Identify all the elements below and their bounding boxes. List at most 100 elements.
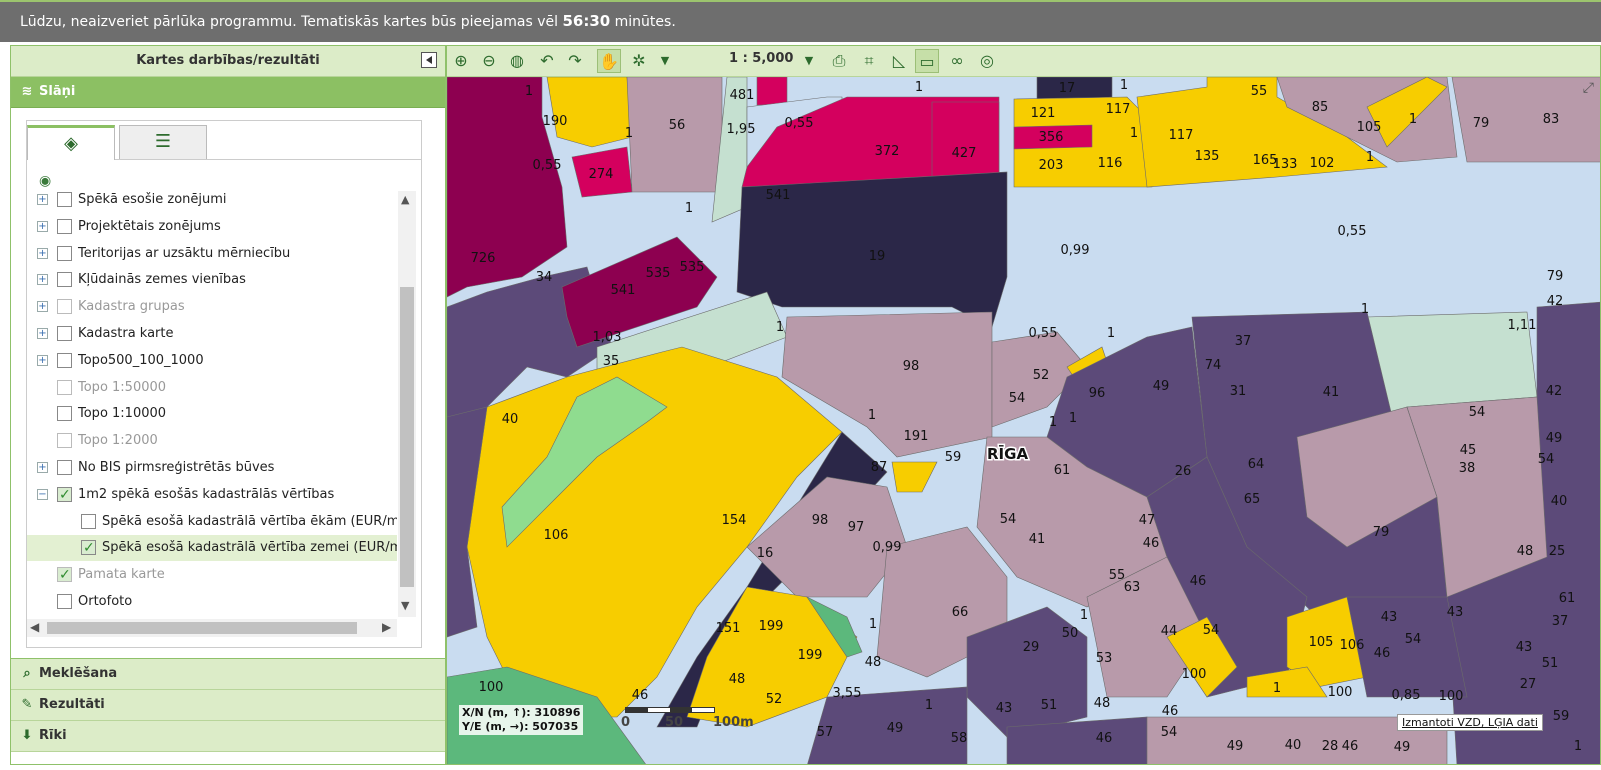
layer-checkbox[interactable] <box>57 562 72 588</box>
layer-checkbox[interactable] <box>57 594 72 609</box>
scale-dropdown-icon[interactable]: ▼ <box>797 49 821 73</box>
scroll-up-icon[interactable]: ▲ <box>401 193 409 206</box>
expand-icon[interactable]: + <box>37 354 48 366</box>
layer-checkbox[interactable] <box>81 535 96 561</box>
expand-icon[interactable]: + <box>37 247 48 259</box>
layer-row[interactable]: Spēkā esošā kadastrālā vērtība zemei (EU… <box>27 535 397 562</box>
parcel-value-label: 48 <box>865 655 882 670</box>
collapse-panel-button[interactable] <box>421 52 437 68</box>
scroll-down-icon[interactable]: ▼ <box>401 599 409 612</box>
parcel-value-label: 1 <box>868 408 876 423</box>
layer-row[interactable]: Ortofoto <box>27 589 397 611</box>
parcel-magenta <box>931 101 1000 178</box>
link-icon[interactable]: ∞ <box>945 49 969 73</box>
parcel-magenta <box>756 77 788 106</box>
undo-icon[interactable]: ↶ <box>535 49 559 73</box>
layer-row[interactable]: + Kadastra grupas <box>27 294 397 320</box>
layer-checkbox[interactable] <box>57 433 72 449</box>
scale-display[interactable]: 1 : 5,000 <box>729 51 793 66</box>
layer-checkbox[interactable] <box>57 272 72 288</box>
scroll-right-icon[interactable]: ▶ <box>382 620 391 634</box>
layer-checkbox[interactable] <box>57 406 72 422</box>
parcel-value-label: 63 <box>1124 580 1141 595</box>
tab-legend[interactable]: ☰ <box>119 125 207 159</box>
results-section-header[interactable]: ✎ Rezultāti <box>11 690 445 721</box>
layer-checkbox[interactable] <box>81 513 96 529</box>
layer-checkbox[interactable] <box>57 352 72 368</box>
parcel-value-label: 102 <box>1310 156 1335 171</box>
session-banner: Lūdzu, neaizveriet pārlūka programmu. Te… <box>0 0 1601 42</box>
redo-icon[interactable]: ↷ <box>563 49 587 73</box>
parcel-value-label: 79 <box>1473 116 1490 131</box>
layer-checkbox[interactable] <box>57 326 72 341</box>
layer-row[interactable]: + Spēkā esošie zonējumi <box>27 191 397 213</box>
layer-label: Spēkā esošā kadastrālā vērtība zemei (EU… <box>102 540 397 556</box>
parcel-value-label: 46 <box>1190 574 1207 589</box>
measure-area-icon[interactable]: ⌗ <box>857 49 881 73</box>
expand-icon[interactable]: + <box>37 220 48 232</box>
layer-checkbox[interactable] <box>57 379 72 395</box>
identify-icon[interactable]: ✲ <box>627 49 651 73</box>
vertical-scrollbar[interactable]: ▲ ▼ <box>398 191 416 617</box>
parcel-value-label: 48 <box>729 672 746 687</box>
attribution-link[interactable]: Izmantoti VZD, LĢIA dati <box>1397 714 1543 731</box>
parcel-value-label: 49 <box>1227 739 1244 754</box>
expand-icon[interactable]: + <box>37 274 48 286</box>
expand-map-icon[interactable]: ⤢ <box>1583 80 1594 96</box>
download-icon: ⬇ <box>21 728 33 743</box>
scroll-left-icon[interactable]: ◀ <box>30 620 39 634</box>
parcel-value-label: 43 <box>996 701 1013 716</box>
layer-row[interactable]: − 1m2 spēkā esošās kadastrālās vērtības <box>27 482 397 508</box>
layer-row[interactable]: Topo 1:10000 <box>27 401 397 427</box>
layer-row[interactable]: + Kadastra karte <box>27 321 397 347</box>
expand-icon[interactable]: + <box>37 462 48 473</box>
layer-row[interactable]: + Kļūdainās zemes vienības <box>27 267 397 293</box>
expand-icon[interactable]: + <box>37 328 48 339</box>
layer-row[interactable]: + Projektētais zonējums <box>27 214 397 240</box>
layer-checkbox[interactable] <box>57 299 72 315</box>
vertical-scroll-thumb[interactable] <box>400 287 414 587</box>
gps-icon[interactable]: ◎ <box>975 49 999 73</box>
map-canvas[interactable]: 1 4811 17 1 55851 83190 56 1,95 0,55372 427121 117… <box>447 77 1601 765</box>
layer-row[interactable]: Topo 1:50000 <box>27 375 397 401</box>
parcel-value-label: 105 <box>1357 120 1382 135</box>
layer-label: No BIS pirmsreģistrētās būves <box>78 460 275 475</box>
layers-section-header[interactable]: ≋ Slāņi <box>11 77 445 108</box>
parcel-value-label: 199 <box>798 648 823 663</box>
layer-checkbox[interactable] <box>57 218 72 234</box>
visibility-eye-icon[interactable]: ◉ <box>39 173 51 189</box>
layer-row[interactable]: + Topo500_100_1000 <box>27 348 397 374</box>
layer-row[interactable]: + No BIS pirmsreģistrētās būves <box>27 455 397 481</box>
tools-section-header[interactable]: ⬇ Rīki <box>11 721 445 752</box>
parcel-value-label: 106 <box>544 528 569 543</box>
layer-checkbox[interactable] <box>57 245 72 261</box>
layer-row[interactable]: Spēkā esošā kadastrālā vērtība ēkām (EUR… <box>27 509 397 535</box>
horizontal-scroll-thumb[interactable] <box>47 622 357 634</box>
expand-icon[interactable]: + <box>37 301 48 313</box>
collapse-icon[interactable]: − <box>37 488 48 500</box>
layer-checkbox[interactable] <box>57 192 72 207</box>
layer-label: Kadastra grupas <box>78 299 185 315</box>
pan-hand-icon[interactable]: ✋ <box>597 49 621 73</box>
layer-checkbox[interactable] <box>57 482 72 508</box>
parcel-value-label: 42 <box>1546 384 1563 399</box>
search-section-header[interactable]: ⌕ Meklēšana <box>11 659 445 690</box>
measure-angle-icon[interactable]: ◺ <box>887 49 911 73</box>
full-extent-icon[interactable]: ◍ <box>505 49 529 73</box>
layer-row[interactable]: Topo 1:2000 <box>27 428 397 454</box>
parcel-value-label: 43 <box>1447 605 1464 620</box>
tab-layers[interactable]: ◈ <box>27 125 115 160</box>
horizontal-scrollbar[interactable]: ◀ ▶ <box>27 619 397 637</box>
expand-icon[interactable]: + <box>37 194 48 205</box>
identify-dropdown-icon[interactable]: ▼ <box>653 49 677 73</box>
layer-row[interactable]: Pamata karte <box>27 562 397 588</box>
parcel-value-label: 203 <box>1039 158 1064 173</box>
print-icon[interactable]: ⎙ <box>827 49 851 73</box>
coordinate-readout: X/N (m, ↑): 310896 Y/E (m, →): 507035 <box>459 705 584 735</box>
zoom-in-icon[interactable]: ⊕ <box>449 49 473 73</box>
comment-icon[interactable]: ▭ <box>915 49 939 73</box>
zoom-out-icon[interactable]: ⊖ <box>477 49 501 73</box>
layer-checkbox[interactable] <box>57 460 72 475</box>
layer-row[interactable]: + Teritorijas ar uzsāktu mērniecību <box>27 241 397 267</box>
parcel-value-label: 1 <box>1080 608 1088 623</box>
